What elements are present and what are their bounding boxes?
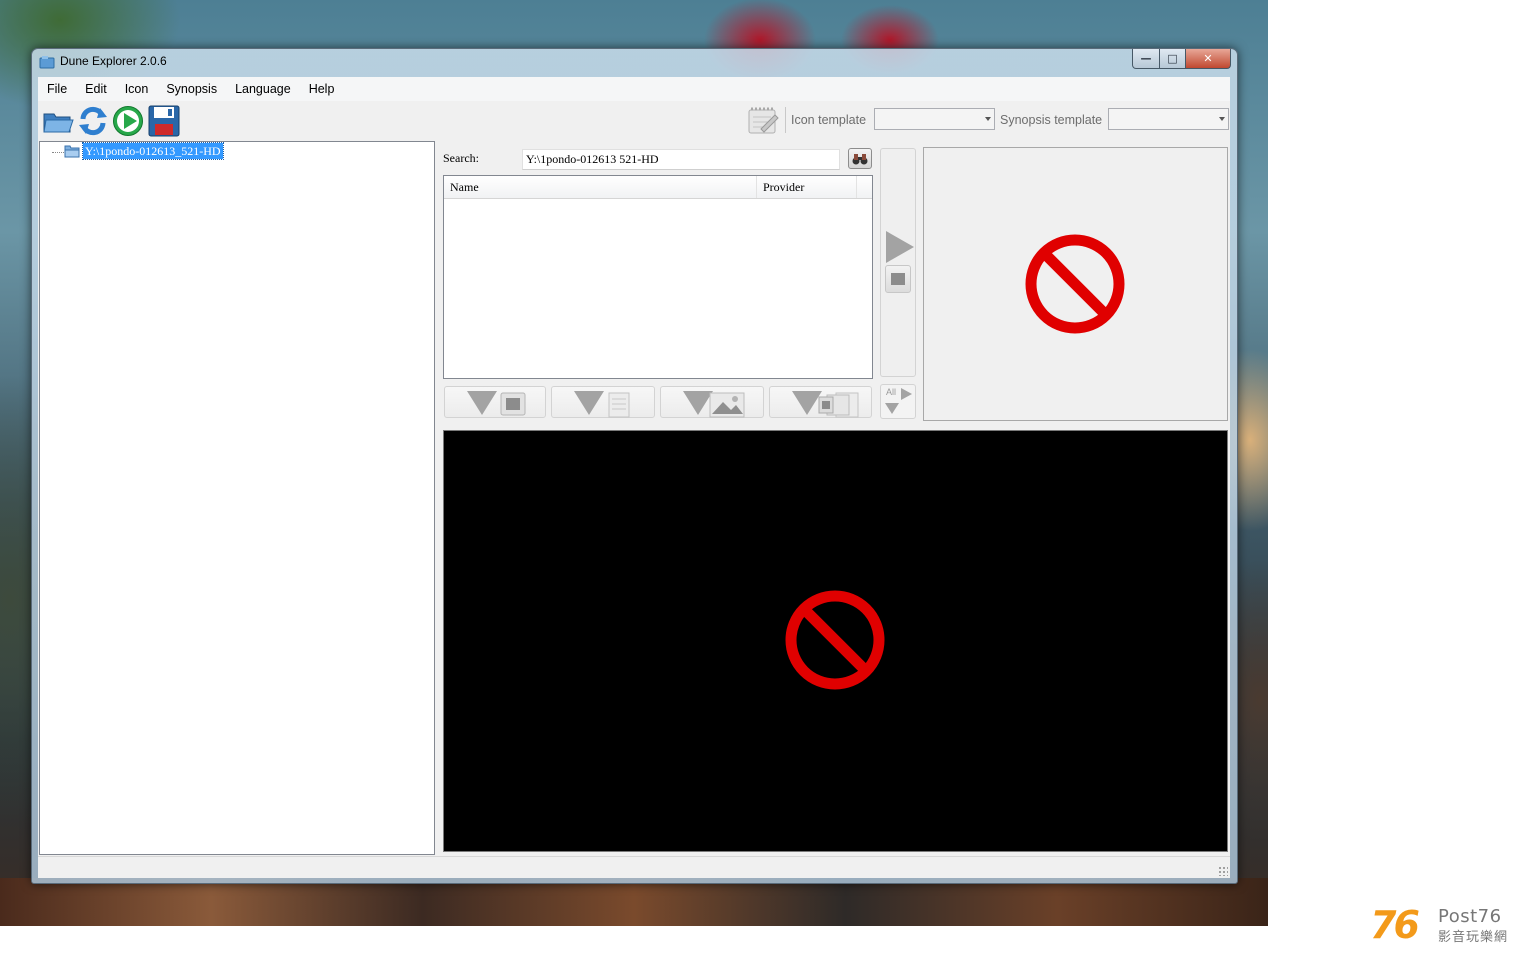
toolbar: Icon template Synopsis template — [38, 101, 1230, 141]
download-all-media-button[interactable] — [769, 386, 872, 418]
logo-number: 76 — [1370, 903, 1420, 947]
title-bar[interactable]: Dune Explorer 2.0.6 — □ ✕ — [32, 49, 1237, 77]
download-icon-button[interactable] — [444, 386, 546, 418]
menu-help[interactable]: Help — [300, 82, 344, 96]
down-arrow-icon — [467, 391, 497, 415]
menu-synopsis[interactable]: Synopsis — [157, 82, 226, 96]
tree-item-root[interactable]: Y:\1pondo-012613_521-HD — [82, 142, 224, 160]
logo-tagline: 影音玩樂網 — [1438, 930, 1509, 945]
icon-template-label: Icon template — [791, 113, 867, 127]
search-input[interactable] — [522, 149, 840, 170]
search-button[interactable] — [848, 148, 872, 169]
image-preview — [443, 430, 1228, 852]
download-image-button[interactable] — [660, 386, 764, 418]
app-icon — [39, 56, 55, 69]
download-synopsis-button[interactable] — [551, 386, 655, 418]
refresh-icon[interactable] — [77, 105, 109, 137]
picture-icon — [709, 392, 745, 418]
notepad-icon[interactable] — [747, 105, 779, 135]
tree-connector — [52, 152, 64, 153]
minimize-button[interactable]: — — [1132, 49, 1160, 69]
menu-icon[interactable]: Icon — [116, 82, 158, 96]
close-button[interactable]: ✕ — [1186, 49, 1231, 69]
icon-thumbnail-icon — [500, 392, 526, 416]
logo-brand: Post76 — [1438, 906, 1502, 927]
status-bar — [38, 856, 1230, 878]
no-image-icon — [785, 590, 885, 690]
synopsis-template-select[interactable] — [1108, 108, 1229, 130]
column-header-name[interactable]: Name — [444, 176, 757, 198]
menu-file[interactable]: File — [38, 82, 76, 96]
icon-template-select[interactable] — [874, 108, 995, 130]
right-arrow-icon — [901, 388, 912, 400]
menu-edit[interactable]: Edit — [76, 82, 116, 96]
results-list[interactable]: Name Provider — [443, 175, 873, 379]
client-area: File Edit Icon Synopsis Language Help Ic… — [38, 77, 1230, 878]
caption-buttons: — □ ✕ — [1132, 49, 1231, 69]
chevron-down-icon — [1219, 117, 1225, 121]
resize-grip-icon[interactable] — [1218, 866, 1228, 876]
icon-preview — [923, 147, 1228, 421]
play-icon[interactable] — [112, 105, 144, 137]
maximize-button[interactable]: □ — [1160, 49, 1186, 69]
binoculars-icon — [852, 153, 868, 164]
post76-logo: 76 Post76 影音玩樂網 — [1370, 905, 1520, 950]
folder-tree[interactable]: Y:\1pondo-012613_521-HD — [39, 141, 435, 855]
down-arrow-icon — [885, 403, 899, 414]
document-icon — [608, 392, 630, 418]
play-arrow-icon[interactable] — [886, 231, 914, 263]
apply-icon-button[interactable] — [885, 265, 911, 293]
all-label: All — [886, 387, 897, 397]
media-set-icon — [818, 392, 859, 418]
chevron-down-icon — [985, 117, 991, 121]
folder-icon — [64, 145, 80, 158]
maximize-icon: □ — [1167, 52, 1178, 65]
apply-panel — [880, 148, 916, 377]
window-title: Dune Explorer 2.0.6 — [60, 54, 167, 68]
synopsis-template-label: Synopsis template — [1000, 113, 1103, 127]
menu-language[interactable]: Language — [226, 82, 300, 96]
minimize-icon: — — [1140, 52, 1152, 65]
close-icon: ✕ — [1203, 52, 1213, 65]
save-icon[interactable] — [148, 105, 180, 137]
no-image-icon — [1025, 234, 1125, 334]
column-header-provider[interactable]: Provider — [757, 176, 857, 198]
open-folder-icon[interactable] — [42, 105, 74, 137]
results-header: Name Provider — [444, 176, 872, 199]
menu-bar: File Edit Icon Synopsis Language Help — [38, 77, 1230, 101]
icon-thumbnail-icon — [891, 273, 905, 285]
app-window: Dune Explorer 2.0.6 — □ ✕ File Edit Icon… — [31, 48, 1238, 884]
down-arrow-icon — [574, 391, 604, 415]
apply-all-button[interactable]: All — [880, 384, 916, 419]
toolbar-separator — [785, 107, 786, 133]
search-label: Search: — [443, 151, 479, 165]
